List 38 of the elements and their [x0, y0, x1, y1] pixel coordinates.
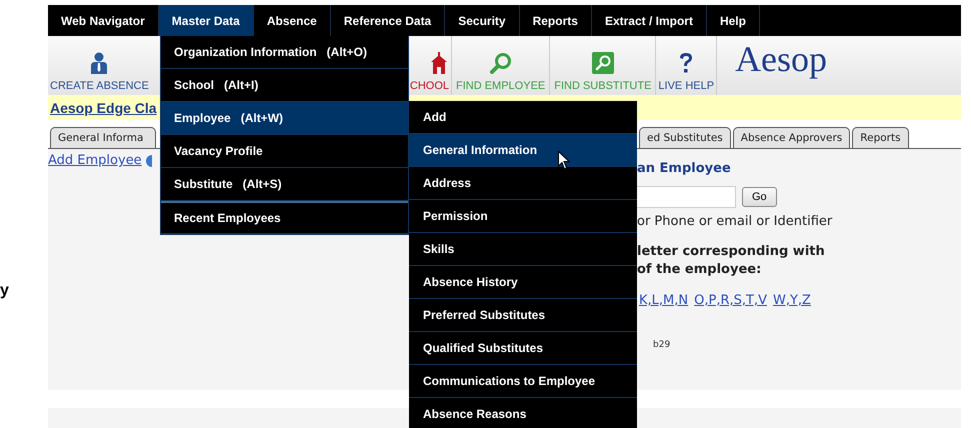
- menu-item[interactable]: Permission: [409, 200, 637, 233]
- letter-link[interactable]: W,Y,Z: [772, 293, 811, 308]
- menu-item[interactable]: Master Data: [158, 5, 254, 36]
- instruction-text: letter corresponding with of the employee:: [637, 243, 826, 279]
- menu-item[interactable]: Address: [409, 167, 637, 200]
- text-fragment: y: [0, 282, 9, 300]
- toolbar-button[interactable]: CREATE ABSENCE: [48, 36, 151, 95]
- letter-link[interactable]: O,P,R,S,T,V: [694, 293, 767, 308]
- tab[interactable]: Reports: [852, 127, 909, 148]
- menu-item[interactable]: Qualified Substitutes: [409, 332, 637, 365]
- menu-item[interactable]: Organization Information (Alt+O): [161, 36, 408, 69]
- person-icon: [90, 52, 108, 74]
- menu-item[interactable]: Absence History: [409, 266, 637, 299]
- tab[interactable]: ed Substitutes: [639, 127, 731, 148]
- section-heading: an Employee: [637, 161, 732, 176]
- tab[interactable]: General Informa: [50, 127, 156, 148]
- banner-link[interactable]: Aesop Edge Cla: [50, 100, 157, 116]
- letter-link[interactable]: K,L,M,N: [639, 293, 688, 308]
- cursor-icon: [558, 151, 570, 170]
- menu-item[interactable]: Vacancy Profile: [161, 135, 408, 168]
- tab[interactable]: Absence Approvers: [732, 127, 850, 148]
- go-button[interactable]: Go: [742, 187, 777, 207]
- menu-item[interactable]: Preferred Substitutes: [409, 299, 637, 332]
- menu-item[interactable]: Employee (Alt+W): [161, 102, 408, 135]
- page-code: b29: [653, 340, 672, 350]
- hint-text: or Phone or email or Identifier: [637, 214, 832, 229]
- help-icon: [678, 52, 694, 74]
- menu-item[interactable]: Communications to Employee: [409, 365, 637, 398]
- menu-item[interactable]: Absence Reasons: [409, 398, 637, 428]
- menu-item[interactable]: General Information: [409, 134, 637, 167]
- search-icon: [592, 52, 614, 74]
- add-employee-link[interactable]: Add Employee: [48, 153, 142, 168]
- menu-item[interactable]: Substitute (Alt+S): [161, 168, 408, 201]
- schoolhouse-icon: [429, 52, 449, 74]
- menu-item[interactable]: Skills: [409, 233, 637, 266]
- search-icon: [490, 52, 512, 74]
- logo: Aesop: [735, 38, 828, 81]
- menu-item[interactable]: Recent Employees: [161, 201, 408, 234]
